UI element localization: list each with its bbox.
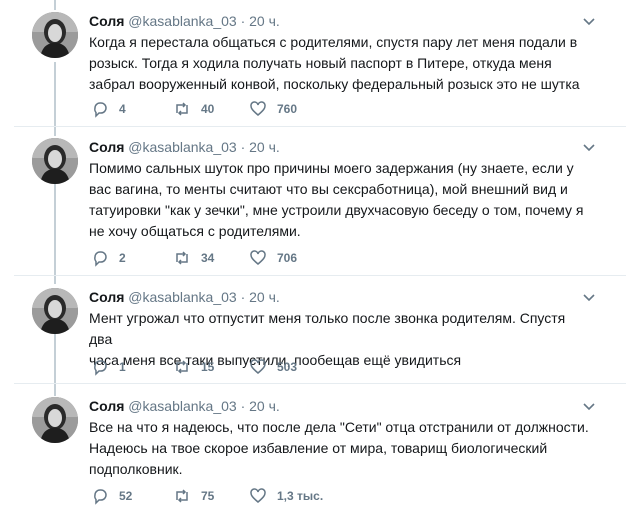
reply-button[interactable]: 4 [91, 100, 126, 118]
tweet-header: Соля @kasablanka_03 · 20 ч. [89, 138, 280, 156]
tweet-header: Соля @kasablanka_03 · 20 ч. [89, 12, 280, 30]
retweet-icon [176, 489, 188, 503]
chevron-down-icon[interactable] [582, 399, 596, 413]
avatar[interactable] [32, 12, 78, 58]
retweet-button[interactable]: 34 [173, 249, 214, 267]
like-button[interactable]: 760 [249, 100, 297, 118]
reply-count: 52 [119, 489, 133, 503]
retweet-button[interactable]: 15 [173, 358, 214, 376]
thread-line [54, 62, 56, 136]
handle[interactable]: @kasablanka_03 [128, 139, 236, 155]
like-count: 503 [277, 360, 298, 374]
display-name[interactable]: Соля [89, 398, 124, 414]
heart-icon [250, 488, 266, 503]
avatar[interactable] [32, 288, 78, 334]
like-button[interactable]: 503 [249, 358, 297, 376]
tweet-text: Мент угрожал что отпустит меня только по… [89, 310, 566, 368]
tweet-text: Когда я перестала общаться с родителями,… [89, 34, 580, 92]
avatar-image [32, 12, 78, 58]
tweet-text: Помимо сальных шуток про причины моего з… [89, 160, 584, 239]
thread-line [54, 330, 56, 396]
timestamp[interactable]: 20 ч. [249, 139, 280, 155]
reply-button[interactable]: 1 [91, 358, 126, 376]
like-count: 760 [277, 102, 298, 116]
retweet-count: 15 [201, 360, 215, 374]
separator-dot: · [240, 13, 246, 29]
divider [14, 126, 626, 127]
like-count: 1,3 тыс. [277, 489, 324, 503]
like-count: 706 [277, 251, 298, 265]
timestamp[interactable]: 20 ч. [249, 13, 280, 29]
reply-button[interactable]: 52 [91, 487, 132, 505]
separator-dot: · [240, 289, 246, 305]
retweet-count: 40 [201, 102, 215, 116]
divider [14, 383, 626, 384]
reply-count: 4 [119, 102, 126, 116]
heart-icon [250, 250, 266, 265]
reply-icon [94, 489, 107, 505]
chevron-down-icon[interactable] [582, 140, 596, 154]
avatar[interactable] [32, 397, 78, 443]
avatar-image [32, 288, 78, 334]
retweet-count: 75 [201, 489, 215, 503]
handle[interactable]: @kasablanka_03 [128, 13, 236, 29]
reply-icon [94, 251, 107, 267]
timestamp[interactable]: 20 ч. [249, 398, 280, 414]
retweet-icon [176, 360, 188, 374]
reply-count: 2 [119, 251, 126, 265]
tweet-header: Соля @kasablanka_03 · 20 ч. [89, 397, 280, 415]
tweet-header: Соля @kasablanka_03 · 20 ч. [89, 288, 280, 306]
handle[interactable]: @kasablanka_03 [128, 289, 236, 305]
retweet-button[interactable]: 75 [173, 487, 214, 505]
like-button[interactable]: 706 [249, 249, 297, 267]
display-name[interactable]: Соля [89, 13, 124, 29]
retweet-count: 34 [201, 251, 215, 265]
retweet-button[interactable]: 40 [173, 100, 214, 118]
reply-count: 1 [119, 360, 126, 374]
separator-dot: · [240, 139, 246, 155]
thread-line [54, 0, 56, 10]
handle[interactable]: @kasablanka_03 [128, 398, 236, 414]
reply-button[interactable]: 2 [91, 249, 126, 267]
tweet-text: Все на что я надеюсь, что после дела "Се… [89, 419, 589, 477]
chevron-down-icon[interactable] [582, 14, 596, 28]
avatar[interactable] [32, 138, 78, 184]
reply-icon [94, 360, 107, 376]
heart-icon [250, 359, 266, 374]
like-button[interactable]: 1,3 тыс. [249, 487, 323, 505]
display-name[interactable]: Соля [89, 289, 124, 305]
timestamp[interactable]: 20 ч. [249, 289, 280, 305]
avatar-image [32, 397, 78, 443]
display-name[interactable]: Соля [89, 139, 124, 155]
retweet-icon [176, 251, 188, 265]
thread-line [54, 184, 56, 284]
chevron-down-icon[interactable] [582, 290, 596, 304]
heart-icon [250, 101, 266, 116]
retweet-icon [176, 102, 188, 116]
separator-dot: · [240, 398, 246, 414]
divider [14, 275, 626, 276]
avatar-image [32, 138, 78, 184]
reply-icon [94, 102, 107, 118]
